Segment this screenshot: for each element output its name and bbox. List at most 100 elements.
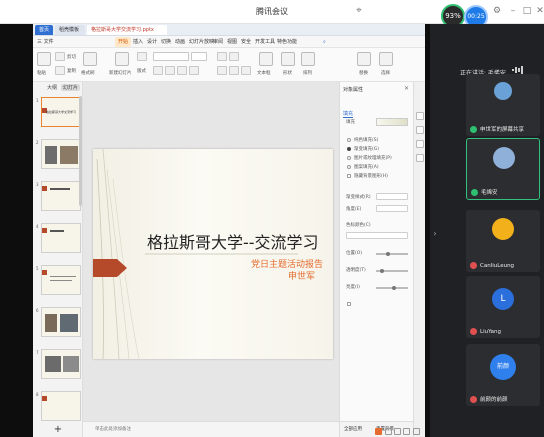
checkbox-rotate-with-shape[interactable] <box>347 302 351 306</box>
slide-thumbnail[interactable] <box>41 181 81 211</box>
select-icon[interactable] <box>379 52 393 66</box>
video-tile[interactable]: 前颜 前颜的前颜 <box>466 344 540 406</box>
radio-pattern-fill[interactable] <box>347 165 351 169</box>
thumbnail-row[interactable]: 6 <box>33 306 83 346</box>
position-slider-knob[interactable] <box>386 252 390 256</box>
angle-field[interactable] <box>376 205 408 212</box>
menu-features[interactable]: 特色功能 <box>277 37 297 47</box>
video-tile[interactable]: CanliuLeung <box>466 210 540 272</box>
settings-icon[interactable]: ⚙ <box>490 4 504 18</box>
brightness-slider-knob[interactable] <box>392 286 396 290</box>
menu-security[interactable]: 安全 <box>241 37 251 47</box>
sidebar-tool-icon[interactable] <box>416 112 424 120</box>
menu-insert[interactable]: 插入 <box>133 37 143 47</box>
slide-thumbnail[interactable] <box>41 349 81 379</box>
close-button[interactable]: ✕ <box>533 4 544 18</box>
underline-icon[interactable] <box>177 66 187 75</box>
reading-view-icon[interactable] <box>403 428 410 435</box>
bold-icon[interactable] <box>153 66 163 75</box>
tab-home[interactable]: 首页 <box>35 25 53 35</box>
font-color-icon[interactable] <box>189 66 199 75</box>
fit-window-icon[interactable] <box>413 428 420 435</box>
thumbnail-scrollbar[interactable] <box>79 96 82 206</box>
menu-review[interactable]: 审阅 <box>213 37 223 47</box>
video-tile[interactable]: 申世军的屏幕共享 <box>466 74 540 136</box>
current-slide[interactable]: 格拉斯哥大学--交流学习 党日主题活动报告 申世军 <box>93 149 333 359</box>
copy-icon[interactable] <box>55 66 65 75</box>
align-center-icon[interactable] <box>229 66 239 75</box>
font-size-field[interactable] <box>191 52 207 61</box>
slide-author[interactable]: 申世军 <box>288 269 315 282</box>
cut-icon[interactable] <box>55 52 65 61</box>
search-icon[interactable]: ⌕ <box>323 37 326 47</box>
notes-bar[interactable]: 单击此处添加备注 <box>83 421 339 437</box>
transparency-slider-knob[interactable] <box>380 269 384 273</box>
thumbnail-row[interactable]: 4 <box>33 222 83 262</box>
text-box-icon[interactable] <box>259 52 273 66</box>
normal-view-icon[interactable] <box>385 428 392 435</box>
menu-animation[interactable]: 动画 <box>175 37 185 47</box>
slide-thumbnail[interactable] <box>41 223 81 253</box>
sorter-view-icon[interactable] <box>394 428 401 435</box>
layout-icon[interactable] <box>137 52 147 61</box>
thumbnail-row[interactable]: 3 <box>33 180 83 220</box>
menu-slideshow[interactable]: 幻灯片放映 <box>189 37 214 47</box>
italic-icon[interactable] <box>165 66 175 75</box>
option-gradient-fill[interactable]: 渐变填充(G) <box>354 146 379 152</box>
thumbnail-row[interactable]: 2 <box>33 138 83 178</box>
shape-icon[interactable] <box>281 52 295 66</box>
menu-start[interactable]: 开始 <box>115 37 132 47</box>
sidebar-tool-icon[interactable] <box>416 154 424 162</box>
gradient-style-select[interactable] <box>376 193 408 200</box>
menu-view[interactable]: 视图 <box>227 37 237 47</box>
play-icon[interactable] <box>375 428 382 435</box>
radio-solid-fill[interactable] <box>347 138 351 142</box>
slide-thumbnail[interactable] <box>41 139 81 169</box>
tab-document[interactable]: 格拉斯哥大学交流学习.pptx <box>87 25 167 35</box>
thumbnail-row[interactable]: 7 <box>33 348 83 388</box>
align-left-icon[interactable] <box>217 66 227 75</box>
sidebar-tool-icon[interactable] <box>416 140 424 148</box>
menu-file[interactable]: 三 文件 <box>37 37 54 47</box>
font-name-field[interactable] <box>153 52 189 61</box>
new-slide-icon[interactable] <box>115 52 129 66</box>
tab-outline[interactable]: 大纲 <box>47 84 57 91</box>
close-pane-icon[interactable]: ✕ <box>404 85 409 92</box>
slide-thumbnail[interactable] <box>41 391 81 421</box>
color-stops-bar[interactable] <box>346 232 408 239</box>
apply-all-button[interactable]: 全部应用 <box>344 426 362 432</box>
fill-color-picker[interactable] <box>376 118 408 126</box>
option-pattern-fill[interactable]: 图案填充(A) <box>354 164 379 170</box>
menu-transition[interactable]: 切换 <box>161 37 171 47</box>
tab-slides[interactable]: 幻灯片 <box>61 84 81 91</box>
replace-icon[interactable] <box>357 52 371 66</box>
list-icon[interactable] <box>217 52 227 61</box>
option-solid-fill[interactable]: 纯色填充(S) <box>354 137 378 143</box>
tab-fill[interactable]: 填充 <box>343 110 354 118</box>
maximize-button[interactable]: □ <box>520 4 534 18</box>
video-tile[interactable]: L LiuYang <box>466 276 540 338</box>
slide-thumbnail[interactable] <box>41 307 81 337</box>
align-right-icon[interactable] <box>241 66 251 75</box>
arrange-icon[interactable] <box>301 52 315 66</box>
paste-icon[interactable] <box>37 52 51 66</box>
radio-gradient-fill[interactable] <box>347 147 351 151</box>
slide-title[interactable]: 格拉斯哥大学--交流学习 <box>147 229 319 253</box>
radio-picture-fill[interactable] <box>347 156 351 160</box>
menu-dev-tools[interactable]: 开发工具 <box>255 37 275 47</box>
thumbnail-row[interactable]: 8 <box>33 390 83 422</box>
option-hide-background[interactable]: 隐藏背景图形(H) <box>354 173 388 179</box>
menu-design[interactable]: 设计 <box>147 37 157 47</box>
slide-thumbnail[interactable] <box>41 265 81 295</box>
format-painter-icon[interactable] <box>83 52 97 66</box>
tab-template[interactable]: 稻壳模板 <box>55 25 85 35</box>
checkbox-hide-background[interactable] <box>347 174 351 178</box>
numbered-list-icon[interactable] <box>229 52 239 61</box>
add-slide-button[interactable]: + <box>33 422 83 437</box>
thumbnail-row[interactable]: 1 格拉斯哥大学交流学习 <box>33 96 83 136</box>
minimize-button[interactable]: – <box>506 4 520 18</box>
video-tile[interactable]: 毛烯安 <box>466 138 540 200</box>
option-picture-fill[interactable]: 图片或纹理填充(P) <box>354 155 392 161</box>
collapse-sidebar-icon[interactable]: › <box>430 229 440 238</box>
position-slider[interactable] <box>376 253 408 255</box>
